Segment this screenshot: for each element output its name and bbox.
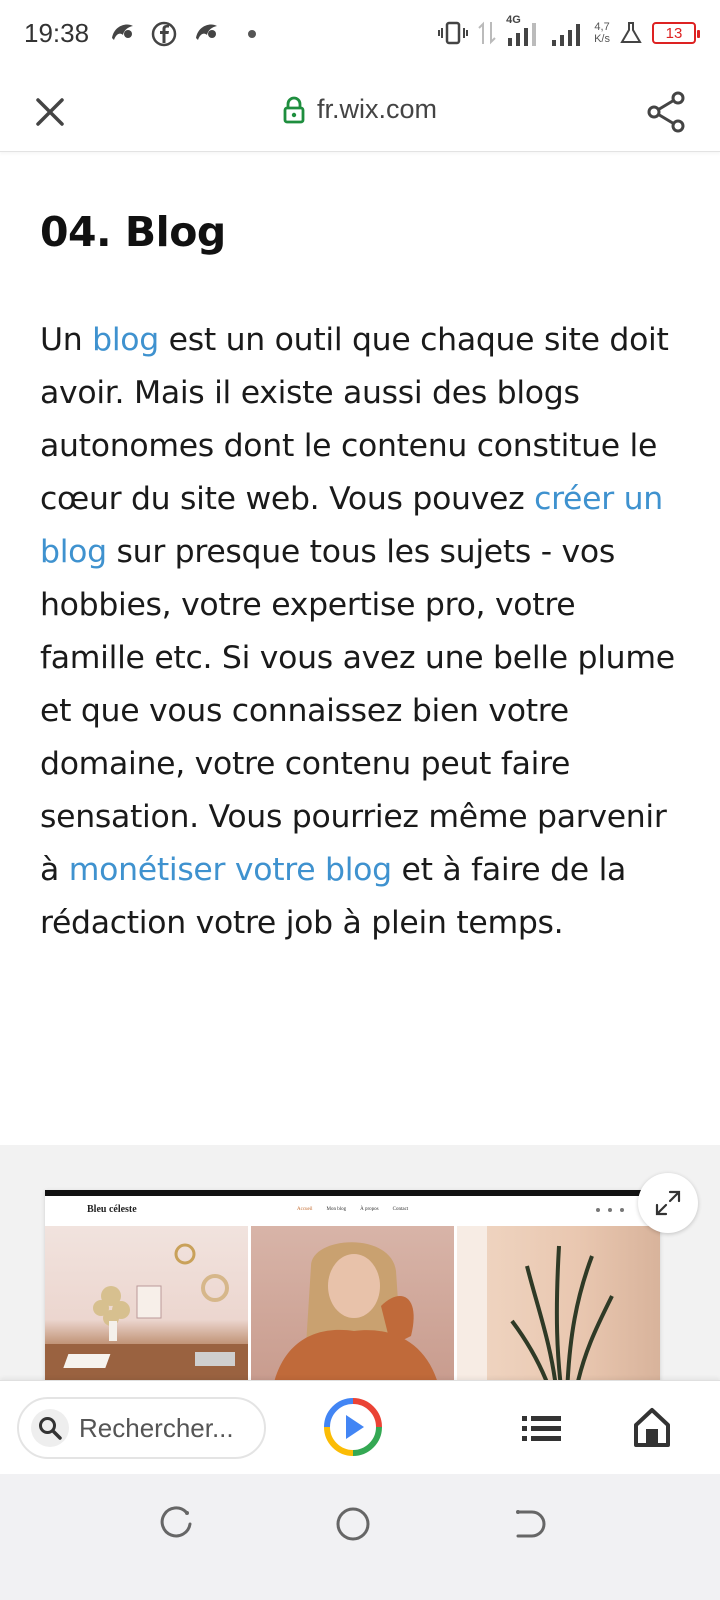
signal-icon — [552, 24, 581, 46]
link-blog[interactable]: blog — [92, 322, 159, 358]
notification-icons — [108, 20, 256, 48]
system-navigation-bar — [0, 1474, 720, 1600]
status-bar: 19:38 4G 4,7 K/s 13 — [0, 0, 720, 72]
share-button[interactable] — [642, 88, 690, 136]
share-icon — [647, 91, 685, 133]
browser-bottom-bar: Rechercher... — [0, 1380, 720, 1474]
plant-photo — [457, 1226, 660, 1380]
lab-icon — [620, 22, 642, 43]
list-button[interactable] — [520, 1409, 564, 1449]
desk-photo — [45, 1226, 248, 1380]
data-transfer-icon — [478, 21, 496, 45]
app-icon — [196, 24, 217, 40]
woman-photo — [251, 1226, 454, 1380]
app-icon — [112, 24, 133, 40]
vibrate-icon — [438, 21, 469, 45]
battery-icon: 13 — [652, 22, 700, 44]
facebook-icon — [151, 21, 177, 47]
section-heading: 04. Blog — [40, 208, 226, 256]
template-social-icons — [596, 1208, 624, 1212]
recents-icon[interactable] — [156, 1504, 196, 1544]
browser-top-bar: fr.wix.com — [0, 72, 720, 152]
search-icon — [31, 1409, 69, 1447]
template-menu-item: Contact — [392, 1207, 409, 1212]
paragraph-text: Un — [40, 322, 93, 358]
home-circle-icon[interactable] — [333, 1504, 373, 1544]
paragraph-text: sur presque tous les sujets - vos hobbie… — [40, 534, 675, 888]
template-menu: Accueil Mon blog À propos Contact — [297, 1207, 408, 1212]
template-preview: Bleu céleste Accueil Mon blog À propos C… — [0, 1145, 720, 1380]
url-text: fr.wix.com — [316, 94, 437, 124]
signal-icon: 4G — [506, 14, 540, 48]
network-speed: 4,7 K/s — [594, 21, 610, 45]
template-nav: Bleu céleste Accueil Mon blog À propos C… — [45, 1196, 660, 1226]
home-icon — [634, 1408, 670, 1447]
play-button[interactable] — [323, 1397, 383, 1457]
article-paragraph: Un blog est un outil que chaque site doi… — [40, 314, 680, 950]
back-icon[interactable] — [508, 1504, 548, 1544]
template-photos — [45, 1226, 660, 1380]
expand-icon — [655, 1190, 681, 1216]
template-brand: Bleu céleste — [87, 1204, 137, 1215]
search-input[interactable]: Rechercher... — [17, 1397, 266, 1459]
url-display[interactable]: fr.wix.com — [0, 94, 720, 125]
notification-dot-icon — [248, 30, 256, 38]
link-monetiser-votre-blog[interactable]: monétiser votre blog — [69, 852, 392, 888]
template-menu-item: Mon blog — [326, 1207, 347, 1212]
system-status-icons: 4G 4,7 K/s 13 — [438, 14, 700, 48]
template-menu-item: Accueil — [297, 1207, 313, 1212]
play-icon — [324, 1398, 382, 1456]
status-time: 19:38 — [24, 18, 90, 48]
template-screenshot[interactable]: Bleu céleste Accueil Mon blog À propos C… — [45, 1190, 660, 1380]
list-icon — [522, 1416, 561, 1441]
home-button[interactable] — [630, 1405, 674, 1449]
expand-button[interactable] — [638, 1173, 698, 1233]
template-menu-item: À propos — [360, 1207, 379, 1212]
lock-icon — [283, 96, 305, 123]
article-content: 04. Blog Un blog est un outil que chaque… — [40, 152, 680, 950]
search-placeholder: Rechercher... — [79, 1412, 234, 1443]
